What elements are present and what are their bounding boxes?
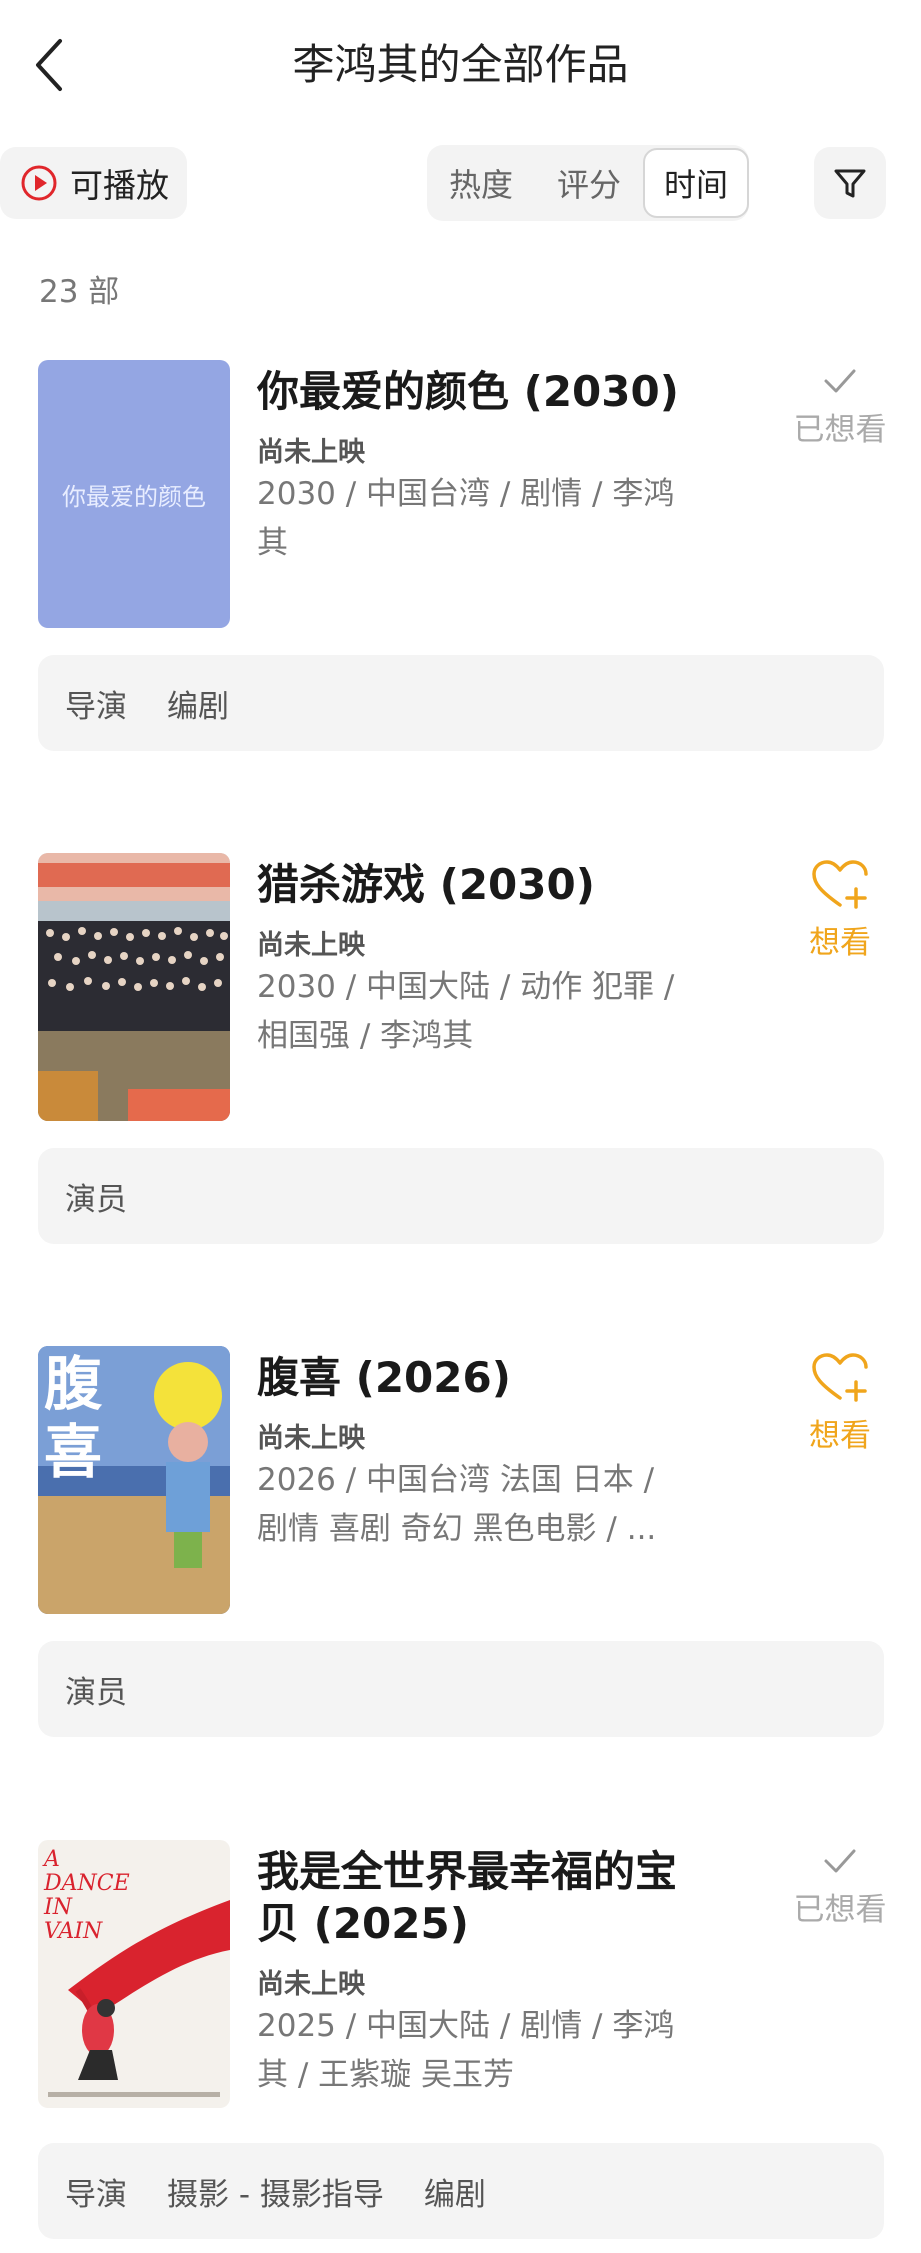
poster-image[interactable] xyxy=(38,853,230,1121)
meta-line: 其 xyxy=(257,525,288,561)
poster-image[interactable]: 腹喜 xyxy=(38,1346,230,1614)
release-status: 尚未上映 xyxy=(257,930,365,961)
want-button[interactable]: 想看 xyxy=(780,859,900,962)
film-meta: 2025 / 中国大陆 / 剧情 / 李鸿 其 / 王紫璇 吴玉芳 xyxy=(257,2002,707,2100)
sort-tab-rating[interactable]: 评分 xyxy=(535,147,643,219)
role-tag: 编剧 xyxy=(423,2176,486,2213)
want-label: 已想看 xyxy=(793,412,887,448)
heart-plus-icon xyxy=(812,1353,868,1402)
meta-line: 2025 / 中国大陆 / 剧情 / 李鸿 xyxy=(257,2008,675,2044)
playable-filter-button[interactable]: 可播放 xyxy=(0,147,187,219)
film-title[interactable]: 你最爱的颜色 (2030) xyxy=(257,366,717,418)
role-tag: 导演 xyxy=(65,688,127,725)
meta-line: 剧情 喜剧 奇幻 黑色电影 / ... xyxy=(257,1511,657,1547)
film-meta: 2026 / 中国台湾 法国 日本 / 剧情 喜剧 奇幻 黑色电影 / ... xyxy=(257,1456,707,1554)
poster-image[interactable]: A DANCE IN VAIN xyxy=(38,1840,230,2108)
release-status: 尚未上映 xyxy=(257,1423,365,1454)
toolbar: 可播放 热度 评分 时间 xyxy=(0,145,921,221)
want-label: 想看 xyxy=(809,1418,871,1454)
meta-line: 2030 / 中国大陆 / 动作 犯罪 / xyxy=(257,969,675,1005)
want-label: 已想看 xyxy=(793,1892,887,1928)
works-count: 23 部 xyxy=(39,274,120,310)
meta-line: 其 / 王紫璇 吴玉芳 xyxy=(257,2057,515,2093)
want-button[interactable]: 已想看 xyxy=(780,364,900,449)
film-title[interactable]: 猎杀游戏 (2030) xyxy=(257,859,717,911)
poster-title-text: A DANCE IN VAIN xyxy=(44,1847,130,1944)
sort-tab-hot[interactable]: 热度 xyxy=(427,147,535,219)
film-title[interactable]: 我是全世界最幸福的宝贝 (2025) xyxy=(257,1846,717,1950)
roles-bar: 演员 xyxy=(38,1148,884,1244)
heart-plus-icon xyxy=(812,860,868,909)
playable-label: 可播放 xyxy=(70,166,169,205)
meta-line: 2030 / 中国台湾 / 剧情 / 李鸿 xyxy=(257,476,675,512)
filter-icon xyxy=(834,169,866,198)
want-button[interactable]: 想看 xyxy=(780,1352,900,1455)
poster-text: 你最爱的颜色 xyxy=(62,482,206,511)
meta-line: 2026 / 中国台湾 法国 日本 / xyxy=(257,1462,655,1498)
roles-bar: 演员 xyxy=(38,1641,884,1737)
poster-title-text: 腹喜 xyxy=(44,1350,103,1486)
header: 李鸿其的全部作品 xyxy=(0,0,921,130)
roles-bar: 导演 摄影 - 摄影指导 编剧 xyxy=(38,2143,884,2239)
want-button[interactable]: 已想看 xyxy=(780,1844,900,1929)
want-label: 想看 xyxy=(809,925,871,961)
role-tag: 编剧 xyxy=(167,688,229,725)
film-title[interactable]: 腹喜 (2026) xyxy=(257,1352,717,1404)
page-title: 李鸿其的全部作品 xyxy=(292,40,629,89)
release-status: 尚未上映 xyxy=(257,1969,365,2000)
filter-button[interactable] xyxy=(814,147,886,219)
role-tag: 导演 xyxy=(65,2176,127,2213)
film-meta: 2030 / 中国大陆 / 动作 犯罪 / 相国强 / 李鸿其 xyxy=(257,963,707,1061)
release-status: 尚未上映 xyxy=(257,437,365,468)
poster-image[interactable]: 你最爱的颜色 xyxy=(38,360,230,628)
check-icon xyxy=(824,369,856,393)
sort-tab-time[interactable]: 时间 xyxy=(643,148,749,218)
meta-line: 相国强 / 李鸿其 xyxy=(257,1018,474,1054)
crowd-photo xyxy=(38,853,230,1121)
sort-tabs: 热度 评分 时间 xyxy=(427,145,749,221)
role-tag: 演员 xyxy=(65,1181,127,1218)
check-icon xyxy=(824,1849,856,1873)
play-circle-icon xyxy=(21,165,57,201)
roles-bar: 导演 编剧 xyxy=(38,655,884,751)
film-meta: 2030 / 中国台湾 / 剧情 / 李鸿 其 xyxy=(257,470,707,568)
role-tag: 演员 xyxy=(65,1674,127,1711)
role-tag: 摄影 - 摄影指导 xyxy=(167,2176,384,2213)
